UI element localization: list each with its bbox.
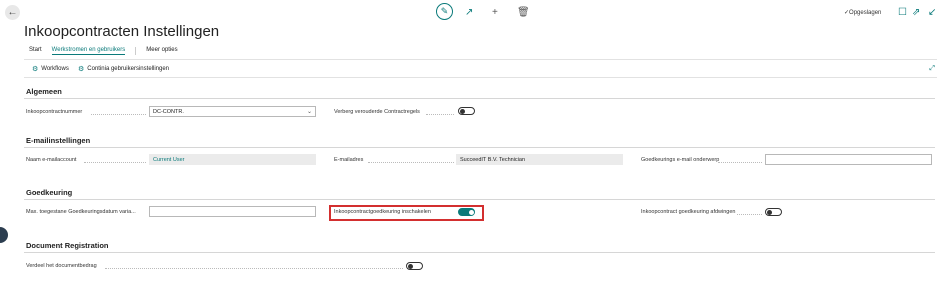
pin-icon: ⤢ xyxy=(929,65,935,72)
arrow-left-icon: ← xyxy=(7,7,18,18)
toggle-knob xyxy=(767,210,772,215)
label-leader xyxy=(105,268,403,269)
share-button[interactable]: ↗ xyxy=(465,7,473,18)
split-amount-toggle[interactable] xyxy=(406,262,423,270)
enforce-approval-label: Inkoopcontract goedkeuring afdwingen xyxy=(641,209,736,215)
hide-old-toggle[interactable] xyxy=(458,107,475,115)
user-settings-icon: ⚙ xyxy=(78,66,85,73)
tab-werkstromen[interactable]: Werkstromen en gebruikers xyxy=(51,47,126,55)
side-panel-handle[interactable] xyxy=(0,227,8,243)
pin-action-button[interactable]: ⤢ xyxy=(929,65,935,73)
email-address-label: E-mailadres xyxy=(334,157,364,163)
section-divider xyxy=(24,252,935,253)
back-button[interactable]: ← xyxy=(5,5,20,20)
enable-approval-toggle[interactable] xyxy=(458,208,475,216)
section-goedkeuring-title: Goedkeuring xyxy=(26,188,73,197)
email-subject-input[interactable] xyxy=(765,154,932,165)
contract-nr-label: Inkoopcontractnummer xyxy=(26,109,83,115)
collapse-icon: ↙ xyxy=(928,7,937,18)
label-leader xyxy=(737,214,762,215)
pencil-icon: ✎ xyxy=(440,6,449,16)
max-date-input[interactable] xyxy=(149,206,316,217)
popout-button[interactable]: ⇗ xyxy=(912,7,920,18)
chevron-down-icon: ⌄ xyxy=(306,109,312,115)
tab-more-options[interactable]: Meer opties xyxy=(146,47,177,55)
split-amount-label: Verdeel het documentbedrag xyxy=(26,263,97,269)
tab-start[interactable]: Start xyxy=(29,47,42,55)
saved-status: ✓Opgeslagen xyxy=(844,10,882,16)
section-document-title: Document Registration xyxy=(26,241,109,250)
section-divider xyxy=(24,98,935,99)
tab-separator xyxy=(135,47,137,55)
workflows-action[interactable]: ⚙ Workflows xyxy=(32,65,69,73)
section-algemeen-title: Algemeen xyxy=(26,87,62,96)
email-account-label: Naam e-mailaccount xyxy=(26,157,77,163)
bookmark-button[interactable]: ☐ xyxy=(898,7,907,18)
enable-approval-label: Inkoopcontractgoedkeuring inschakelen xyxy=(334,209,431,215)
max-date-label: Max. toegestane Goedkeuringsdatum varia.… xyxy=(26,209,136,215)
label-leader xyxy=(718,162,762,163)
section-email-title: E-mailinstellingen xyxy=(26,136,91,145)
contract-nr-select[interactable]: DC-CONTR. ⌄ xyxy=(149,106,316,117)
trash-icon: 🗑 xyxy=(517,7,530,18)
new-button[interactable]: + xyxy=(492,7,498,18)
page-title: Inkoopcontracten Instellingen xyxy=(24,23,220,40)
section-divider xyxy=(24,147,935,148)
share-icon: ↗ xyxy=(465,7,474,18)
action-bar: ⚙ Workflows ⚙ Continia gebruikersinstell… xyxy=(24,59,937,78)
plus-icon: + xyxy=(492,7,498,18)
user-settings-action[interactable]: ⚙ Continia gebruikersinstellingen xyxy=(78,65,169,73)
workflow-icon: ⚙ xyxy=(32,66,39,73)
label-leader xyxy=(426,114,454,115)
email-address-field[interactable]: SucceedIT B.V. Technician xyxy=(456,154,623,165)
edit-button[interactable]: ✎ xyxy=(436,3,453,20)
toggle-knob xyxy=(408,264,413,269)
hide-old-label: Verberg verouderde Contractregels xyxy=(334,109,420,115)
delete-button[interactable]: 🗑 xyxy=(517,7,530,18)
enforce-approval-toggle[interactable] xyxy=(765,208,782,216)
tab-bar: Start Werkstromen en gebruikers Meer opt… xyxy=(29,47,178,55)
bookmark-icon: ☐ xyxy=(898,7,907,18)
section-divider xyxy=(24,199,935,200)
email-account-field[interactable]: Current User xyxy=(149,154,316,165)
collapse-button[interactable]: ↙ xyxy=(928,7,936,18)
label-leader xyxy=(368,162,454,163)
toggle-knob xyxy=(469,210,474,215)
toggle-knob xyxy=(460,109,465,114)
email-subject-label: Goedkeurings e-mail onderwerp xyxy=(641,157,720,163)
label-leader xyxy=(84,162,146,163)
label-leader xyxy=(91,114,146,115)
open-in-new-window-icon: ⇗ xyxy=(912,7,921,18)
